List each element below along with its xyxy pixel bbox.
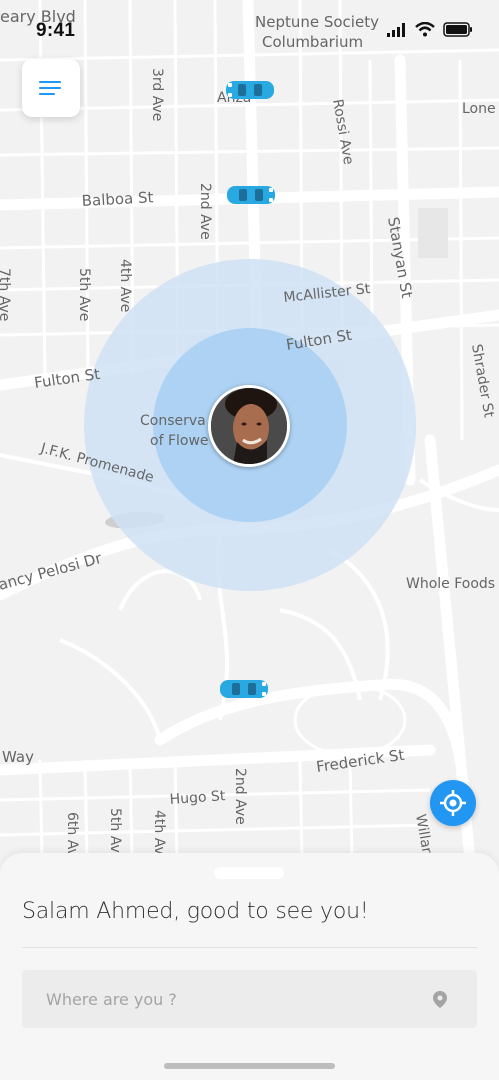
home-indicator[interactable]	[164, 1063, 335, 1069]
map-label: 5th Ave	[76, 268, 92, 321]
map-label: 2nd Ave	[232, 768, 248, 825]
status-time: 9:41	[36, 20, 76, 41]
locate-button[interactable]	[430, 780, 476, 826]
status-icons	[387, 22, 473, 37]
map-label: 3rd Ave	[149, 68, 165, 121]
greeting-text: Salam Ahmed, good to see you!	[22, 899, 369, 924]
map-label: Whole Foods	[406, 576, 495, 592]
car-icon	[226, 81, 274, 99]
map-label: Balboa St	[81, 188, 154, 210]
car-icon	[220, 680, 268, 698]
ride-home-screen: eary Blvd Neptune Society Columbarium Lo…	[0, 0, 499, 1080]
crosshair-icon	[440, 790, 466, 816]
location-search-input[interactable]	[22, 970, 446, 1028]
location-search-field[interactable]	[22, 970, 477, 1028]
sheet-drag-handle[interactable]	[214, 867, 284, 879]
user-photo	[211, 388, 287, 464]
wifi-icon	[415, 22, 435, 37]
car-icon	[227, 186, 275, 204]
map-label: 2nd Ave	[197, 183, 213, 240]
menu-button[interactable]	[22, 59, 80, 117]
map-label: 4th Ave	[117, 259, 133, 312]
map-label: 7th Ave	[0, 268, 12, 321]
map-label: of Flowe	[150, 433, 209, 449]
location-pin-icon	[433, 991, 447, 1008]
map-label: Way	[2, 748, 34, 766]
status-bar: 9:41	[0, 0, 499, 50]
divider	[22, 947, 477, 948]
avatar	[208, 385, 290, 467]
map-label: Lone	[462, 101, 496, 117]
bottom-sheet: Salam Ahmed, good to see you!	[0, 853, 499, 1080]
menu-icon	[39, 81, 61, 95]
map-label: Conserva	[140, 413, 206, 429]
signal-icon	[387, 22, 405, 37]
battery-icon	[443, 22, 472, 37]
